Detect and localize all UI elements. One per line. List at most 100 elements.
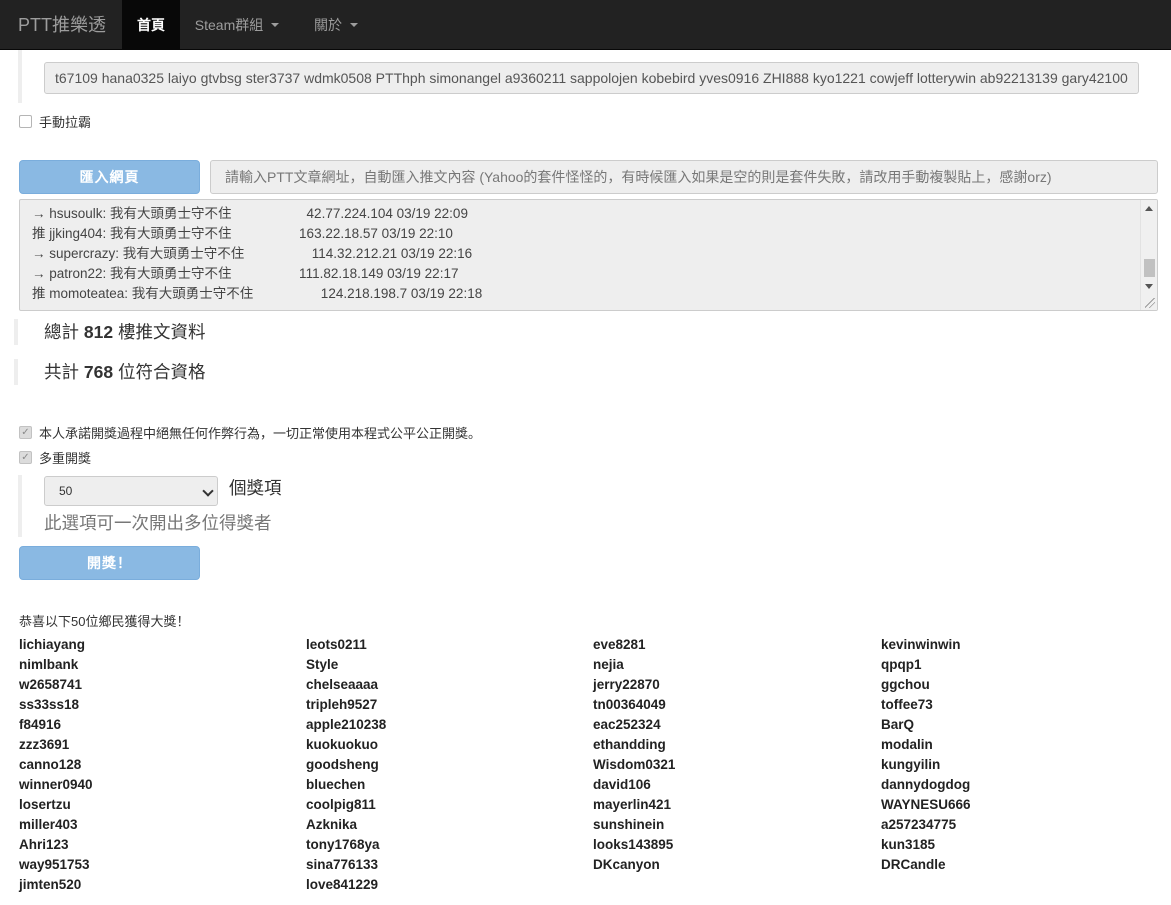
winner-name: coolpig811 — [306, 797, 376, 812]
scroll-down-arrow-icon[interactable] — [1145, 284, 1153, 289]
winner-name: modalin — [881, 737, 933, 752]
textarea-scrollbar[interactable] — [1140, 200, 1157, 310]
winner-name: WAYNESU666 — [881, 797, 971, 812]
scrollbar-thumb[interactable] — [1144, 259, 1155, 277]
scroll-up-arrow-icon[interactable] — [1145, 206, 1153, 211]
prize-count-suffix: 個獎項 — [229, 478, 282, 498]
winner-name: Azknika — [306, 817, 358, 832]
nav-item-about-label: 關於 — [314, 16, 342, 33]
winner-name: canno128 — [19, 757, 82, 772]
prize-count-block: 50 個獎項 此選項可一次開出多位得獎者 — [18, 475, 418, 537]
winner-name: qpqp1 — [881, 657, 922, 672]
manual-pull-label: 手動拉霸 — [39, 115, 92, 130]
push-line: → supercrazy: 我有大頭勇士守不住 114.32.212.21 03… — [32, 246, 473, 261]
winner-name: leots0211 — [306, 637, 367, 652]
push-line: → hsusoulk: 我有大頭勇士守不住 42.77.224.104 03/1… — [32, 206, 468, 221]
eligible-suffix: 位符合資格 — [113, 362, 206, 382]
manual-pull-checkbox[interactable] — [19, 115, 32, 128]
winner-name: ethandding — [593, 737, 666, 752]
pledge-checkbox[interactable]: ✓ — [19, 426, 32, 439]
winner-name: sina776133 — [306, 857, 379, 872]
manual-pull-row: 手動拉霸 — [19, 112, 91, 131]
winner-name: looks143895 — [593, 837, 674, 852]
winner-name: tripleh9527 — [306, 697, 378, 712]
winner-name: losertzu — [19, 797, 71, 812]
push-content-textarea[interactable]: → hsusoulk: 我有大頭勇士守不住 42.77.224.104 03/1… — [19, 199, 1158, 311]
navbar: PTT推樂透 首頁 Steam群組 關於 — [0, 0, 1171, 50]
winner-name: david106 — [593, 777, 651, 792]
winner-name: BarQ — [881, 717, 915, 732]
winner-name: Ahri123 — [19, 837, 69, 852]
winners-column: leots0211 Style chelseaaaa tripleh9527 a… — [306, 635, 593, 895]
import-page-button[interactable]: 匯入網頁 — [19, 160, 200, 194]
winner-name: w2658741 — [19, 677, 83, 692]
nav-item-home-label: 首頁 — [137, 16, 165, 33]
winner-name: tony1768ya — [306, 837, 380, 852]
chevron-down-icon — [202, 485, 214, 497]
multi-draw-label: 多重開獎 — [39, 451, 92, 466]
winner-name: lichiayang — [19, 637, 86, 652]
prize-count-select[interactable]: 50 — [44, 476, 218, 506]
winner-name: ggchou — [881, 677, 930, 692]
caret-down-icon — [350, 22, 358, 27]
winner-name: zzz3691 — [19, 737, 70, 752]
winner-name: love841229 — [306, 877, 379, 892]
winner-name: mayerlin421 — [593, 797, 672, 812]
winner-name: DKcanyon — [593, 857, 660, 872]
winner-name: winner0940 — [19, 777, 93, 792]
winner-name: Style — [306, 657, 339, 672]
winner-name: kevinwinwin — [881, 637, 961, 652]
winner-name: jerry22870 — [593, 677, 660, 692]
winner-name: kungyilin — [881, 757, 941, 772]
nav-item-steam-group-label: Steam群組 — [194, 16, 264, 33]
article-url-input[interactable]: 請輸入PTT文章網址，自動匯入推文內容 (Yahoo的套件怪怪的，有時候匯入如果… — [210, 160, 1158, 194]
winner-name: nejia — [593, 657, 624, 672]
winners-column: lichiayang nimlbank w2658741 ss33ss18 f8… — [19, 635, 306, 895]
winner-name: apple210238 — [306, 717, 387, 732]
winners-column: kevinwinwin qpqp1 ggchou toffee73 BarQ m… — [881, 635, 1168, 875]
eligible-prefix: 共計 — [44, 362, 84, 382]
winner-name: miller403 — [19, 817, 78, 832]
brand-logo[interactable]: PTT推樂透 — [0, 0, 122, 49]
total-suffix: 樓推文資料 — [113, 322, 206, 342]
nav-item-steam-group[interactable]: Steam群組 — [180, 0, 294, 49]
nav-item-home[interactable]: 首頁 — [122, 0, 180, 49]
resize-handle-icon[interactable] — [1145, 298, 1155, 308]
draw-button[interactable]: 開獎！ — [19, 546, 200, 580]
eligible-stat: 共計 768 位符合資格 — [14, 359, 205, 385]
winner-name: goodsheng — [306, 757, 379, 772]
winner-name: way951753 — [19, 857, 90, 872]
winner-name: kun3185 — [881, 837, 936, 852]
winner-name: sunshinein — [593, 817, 665, 832]
winners-column: eve8281 nejia jerry22870 tn00364049 eac2… — [593, 635, 880, 875]
winner-name: nimlbank — [19, 657, 79, 672]
multi-draw-checkbox[interactable]: ✓ — [19, 451, 32, 464]
caret-down-icon — [271, 22, 280, 27]
winner-name: DRCandle — [881, 857, 946, 872]
winner-name: f84916 — [19, 717, 62, 732]
winner-name: bluechen — [306, 777, 366, 792]
total-prefix: 總計 — [44, 322, 84, 342]
nav-item-about[interactable]: 關於 — [294, 0, 378, 49]
total-value: 812 — [83, 322, 114, 342]
total-push-stat: 總計 812 樓推文資料 — [14, 319, 205, 345]
winner-name: chelseaaaa — [306, 677, 379, 692]
winner-name: tn00364049 — [593, 697, 666, 712]
pledge-label: 本人承諾開獎過程中絕無任何作弊行為，一切正常使用本程式公平公正開獎。 — [39, 426, 482, 441]
pledge-row: ✓ 本人承諾開獎過程中絕無任何作弊行為，一切正常使用本程式公平公正開獎。 — [19, 423, 481, 442]
multi-draw-row: ✓ 多重開獎 — [19, 448, 91, 467]
eligible-value: 768 — [83, 362, 114, 382]
winner-name: dannydogdog — [881, 777, 971, 792]
winner-name: toffee73 — [881, 697, 933, 712]
push-line: 推 momoteatea: 我有大頭勇士守不住 124.218.198.7 03… — [32, 286, 483, 301]
winner-name: eve8281 — [593, 637, 646, 652]
winner-name: kuokuokuo — [306, 737, 379, 752]
push-line: → patron22: 我有大頭勇士守不住 111.82.18.149 03/1… — [32, 266, 459, 281]
push-line: 推 jjking404: 我有大頭勇士守不住 163.22.18.57 03/1… — [32, 226, 453, 241]
winner-name: eac252324 — [593, 717, 661, 732]
winner-name: ss33ss18 — [19, 697, 80, 712]
winner-name: a257234775 — [881, 817, 957, 832]
congrats-heading: 恭喜以下50位鄉民獲得大獎！ — [19, 614, 190, 629]
names-input[interactable]: t67109 hana0325 laiyo gtvbsg ster3737 wd… — [44, 62, 1139, 94]
winner-name: jimten520 — [19, 877, 82, 892]
